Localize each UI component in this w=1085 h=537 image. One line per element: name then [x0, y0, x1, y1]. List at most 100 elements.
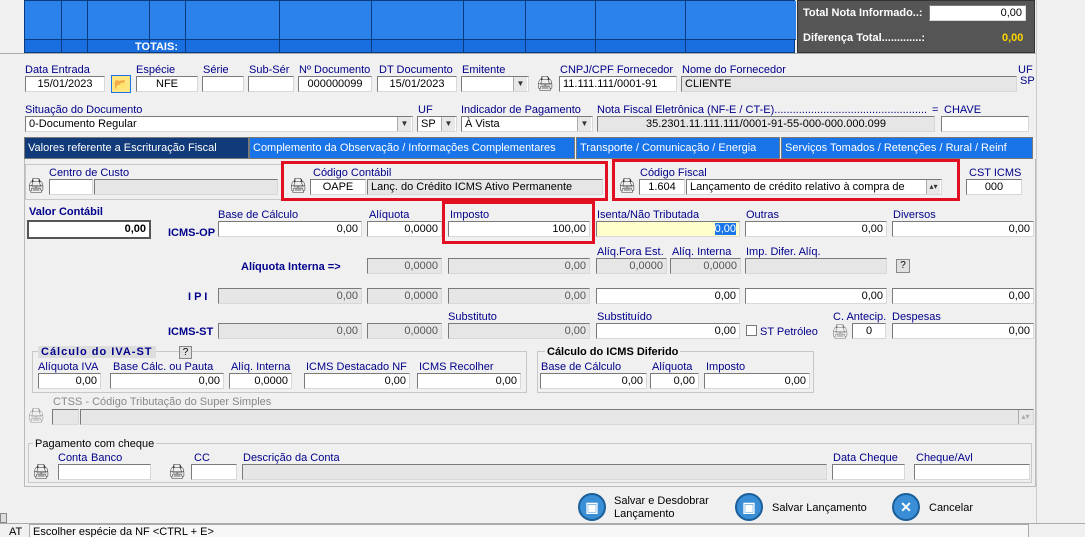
outras-label: Outras — [746, 209, 780, 221]
st-substituto-field: 0,00 — [448, 323, 590, 339]
salvar-desdobrar-button[interactable]: ▣ Salvar e Desdobrar Lançamento — [578, 492, 728, 522]
ipi-outras-field[interactable]: 0,00 — [745, 288, 887, 304]
dtdoc-field[interactable]: 15/01/2023 — [377, 76, 457, 92]
subser-field[interactable] — [248, 76, 294, 92]
chave-field[interactable] — [941, 116, 1029, 132]
total-nota-field: 0,00 — [929, 5, 1026, 21]
aliq-label: Alíquota — [369, 209, 410, 221]
emitente-select[interactable]: ▼ — [461, 76, 529, 92]
especie-field[interactable]: NFE — [136, 76, 198, 92]
chevron-updown-icon: ▴▾ — [1018, 410, 1032, 424]
icmsdest-field[interactable]: 0,00 — [304, 373, 410, 389]
chevron-down-icon: ▼ — [577, 117, 591, 131]
st-petroleo-checkbox[interactable] — [746, 325, 757, 336]
items-grid[interactable]: TOTAIS: — [24, 0, 796, 54]
equals-label: = — [932, 104, 939, 116]
ndoc-field[interactable]: 000000099 — [298, 76, 372, 92]
centro-label: Centro de Custo — [49, 167, 130, 179]
tab-valores[interactable]: Valores referente a Escrituração Fiscal — [24, 137, 249, 159]
iva-aliqint-label: Alíq. Interna — [231, 361, 291, 373]
status-bar: AT Escolher espécie da NF <CTRL + E> — [0, 523, 1085, 537]
icmsdest-label: ICMS Destacado NF — [306, 361, 407, 373]
diferenca-label: Diferença Total.............: — [803, 32, 926, 44]
aliqiva-label: Alíquota IVA — [38, 361, 99, 373]
aliqint-label: Alíquota Interna => — [241, 261, 341, 273]
icmsrec-field[interactable]: 0,00 — [417, 373, 521, 389]
ipi-diversos-field[interactable]: 0,00 — [892, 288, 1034, 304]
cheque-avl-label: Cheque/Avl — [916, 452, 973, 464]
dif-aliq-field[interactable]: 0,00 — [650, 373, 699, 389]
folder-icon[interactable]: 📂 — [111, 75, 131, 93]
window: TOTAIS: Total Nota Informado..: 0,00 Dif… — [0, 0, 1085, 537]
despesas-label: Despesas — [892, 311, 941, 323]
printer-icon[interactable]: 🖨 — [830, 322, 850, 340]
canteci-field[interactable]: 0 — [852, 323, 886, 339]
cnpj-field[interactable]: 11.111.111/0001-91 — [559, 76, 677, 92]
basecalc-field[interactable]: 0,00 — [110, 373, 224, 389]
conta-banco-field[interactable] — [58, 464, 151, 480]
centro-desc-field — [94, 179, 278, 195]
ndoc-label: Nº Documento — [299, 64, 371, 76]
icms-outras-field[interactable]: 0,00 — [745, 221, 887, 237]
impdif-label: Imp. Difer. Alíq. — [746, 246, 821, 258]
banco-label: Banco — [91, 452, 123, 464]
icms-isenta-field[interactable]: 0,00 — [596, 221, 740, 237]
especie-label: Espécie — [136, 64, 176, 76]
st-substituido-field[interactable]: 0,00 — [596, 323, 740, 339]
cheque-avl-field[interactable] — [914, 464, 1030, 480]
indpag-label: Indicador de Pagamento — [461, 104, 581, 116]
basecalc-label: Base Cálc. ou Pauta — [113, 361, 214, 373]
iva-aliqint-field[interactable]: 0,0000 — [229, 373, 292, 389]
serie-field[interactable] — [202, 76, 244, 92]
printer-icon[interactable]: 🖨 — [535, 74, 555, 92]
left-edge — [0, 513, 7, 523]
cheque-title: Pagamento com cheque — [33, 438, 157, 450]
centro-code-field[interactable] — [49, 179, 93, 195]
help-button[interactable]: ? — [896, 259, 910, 273]
status-hint: Escolher espécie da NF <CTRL + E> — [33, 526, 214, 537]
valor-contabil-field[interactable]: 0,00 — [27, 220, 151, 239]
floppy-disk-icon: ▣ — [578, 493, 606, 521]
ipi-isenta-field[interactable]: 0,00 — [596, 288, 740, 304]
salvar-lancamento-label: Salvar Lançamento — [772, 502, 867, 514]
chevron-down-icon: ▼ — [397, 117, 411, 131]
printer-icon[interactable]: 🖨 — [26, 176, 46, 194]
icms-base-field[interactable]: 0,00 — [218, 221, 362, 237]
data-cheque-field[interactable] — [832, 464, 905, 480]
chave-label: CHAVE — [944, 104, 982, 116]
valor-contabil-label: Valor Contábil — [29, 206, 103, 218]
highlight-box — [612, 159, 960, 201]
desc-conta-label: Descrição da Conta — [243, 452, 340, 464]
help-button[interactable]: ? — [179, 346, 192, 359]
indpag-select[interactable]: À Vista ▼ — [461, 116, 593, 132]
uf-value: SP — [1020, 75, 1035, 87]
tab-transporte[interactable]: Transporte / Comunicação / Energia — [576, 137, 780, 159]
icms-aliq-field[interactable]: 0,0000 — [367, 221, 442, 237]
printer-icon[interactable]: 🖨 — [26, 406, 46, 424]
dif-imp-field[interactable]: 0,00 — [704, 373, 810, 389]
tab-complemento[interactable]: Complemento da Observação / Informações … — [249, 137, 575, 159]
cc-field[interactable] — [191, 464, 237, 480]
data-entrada-field[interactable]: 15/01/2023 — [25, 76, 105, 92]
salvar-lancamento-button[interactable]: ▣ Salvar Lançamento — [735, 492, 885, 522]
situacao-select[interactable]: 0-Documento Regular ▼ — [25, 116, 413, 132]
aliqinterna-field: 0,0000 — [670, 258, 741, 274]
printer-icon[interactable]: 🖨 — [167, 462, 187, 480]
highlight-box — [281, 161, 608, 201]
ipi-aliq-field: 0,0000 — [367, 288, 442, 304]
printer-icon[interactable]: 🖨 — [31, 462, 51, 480]
diversos-label: Diversos — [893, 209, 936, 221]
icms-diversos-field[interactable]: 0,00 — [892, 221, 1034, 237]
cst-field[interactable]: 000 — [966, 179, 1022, 195]
aliqiva-field[interactable]: 0,00 — [38, 373, 101, 389]
totais-label: TOTAIS: — [135, 41, 178, 53]
dif-base-field[interactable]: 0,00 — [540, 373, 647, 389]
salvar-desdobrar-label: Salvar e Desdobrar Lançamento — [614, 495, 709, 520]
nfe-field: 35.2301.11.111.111/0001-91-55-000-000.00… — [597, 116, 935, 132]
icmsop-label: ICMS-OP — [168, 227, 216, 239]
tab-servicos[interactable]: Serviços Tomados / Retenções / Rural / R… — [781, 137, 1033, 159]
uf2-select[interactable]: SP ▼ — [417, 116, 457, 132]
status-at: AT — [9, 526, 23, 537]
cancelar-button[interactable]: ✕ Cancelar — [892, 492, 992, 522]
despesas-field[interactable]: 0,00 — [892, 323, 1034, 339]
